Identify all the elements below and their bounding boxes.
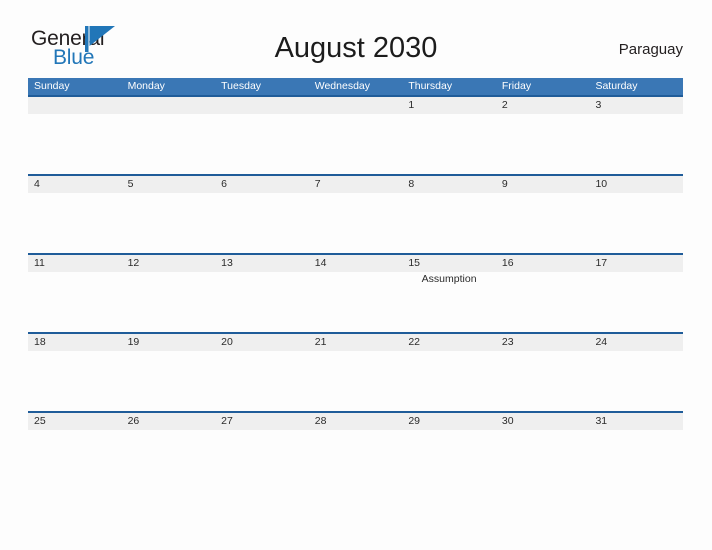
day-cell[interactable] [309,430,403,490]
day-number[interactable] [122,97,216,114]
day-cell[interactable] [28,272,122,332]
week-event-band: Assumption [28,272,683,332]
week-event-band [28,430,683,490]
day-cell[interactable] [402,351,496,411]
day-cell[interactable] [402,114,496,174]
day-cell[interactable] [28,114,122,174]
day-cell[interactable] [215,351,309,411]
day-number[interactable]: 14 [309,255,403,272]
weekday-header-saturday: Saturday [595,80,638,92]
week-date-band: 4 5 6 7 8 9 10 [28,176,683,193]
day-number[interactable]: 24 [589,334,683,351]
day-cell[interactable] [215,430,309,490]
week-date-band: 11 12 13 14 15 16 17 [28,255,683,272]
day-cell[interactable] [28,430,122,490]
day-number[interactable]: 28 [309,413,403,430]
weekday-header-friday: Friday [501,80,532,92]
weekday-header-row: Sunday Monday Tuesday Wednesday Thursday… [28,78,683,95]
day-cell[interactable] [496,272,590,332]
day-number[interactable]: 13 [215,255,309,272]
day-number[interactable]: 18 [28,334,122,351]
page-header: General Blue August 2030 Paraguay [0,0,712,68]
weekday-header-monday: Monday [127,80,165,92]
weekday-header-wednesday: Wednesday [314,80,370,92]
week-date-band: 25 26 27 28 29 30 31 [28,413,683,430]
day-number[interactable]: 21 [309,334,403,351]
day-number[interactable]: 15 [402,255,496,272]
day-cell[interactable] [309,272,403,332]
day-number[interactable]: 4 [28,176,122,193]
day-number[interactable]: 23 [496,334,590,351]
calendar-week-row: 18 19 20 21 22 23 24 [28,332,683,411]
day-cell[interactable] [122,430,216,490]
day-number[interactable]: 11 [28,255,122,272]
day-cell[interactable] [496,351,590,411]
week-event-band [28,193,683,253]
calendar-week-row: 4 5 6 7 8 9 10 [28,174,683,253]
day-number[interactable] [28,97,122,114]
page-title: August 2030 [274,32,438,64]
day-cell[interactable] [589,351,683,411]
day-cell[interactable] [28,193,122,253]
day-number[interactable] [309,97,403,114]
day-cell[interactable] [496,193,590,253]
day-number[interactable]: 7 [309,176,403,193]
day-cell[interactable] [122,351,216,411]
day-cell[interactable] [402,430,496,490]
day-number[interactable]: 2 [496,97,590,114]
week-event-band [28,114,683,174]
calendar-page: General Blue August 2030 Paraguay Sunday… [0,0,712,550]
day-number[interactable] [215,97,309,114]
day-cell[interactable] [496,114,590,174]
calendar-region-label: Paraguay [618,41,683,58]
calendar-grid: Sunday Monday Tuesday Wednesday Thursday… [28,78,683,490]
week-date-band: 1 2 3 [28,97,683,114]
day-cell[interactable] [589,114,683,174]
day-number[interactable]: 6 [215,176,309,193]
week-event-band [28,351,683,411]
day-number[interactable]: 16 [496,255,590,272]
day-number[interactable]: 19 [122,334,216,351]
day-number[interactable]: 5 [122,176,216,193]
day-cell[interactable] [122,272,216,332]
day-cell[interactable] [122,114,216,174]
weekday-header-thursday: Thursday [408,80,453,92]
day-number[interactable]: 10 [589,176,683,193]
day-cell[interactable] [402,193,496,253]
day-number[interactable]: 31 [589,413,683,430]
day-cell[interactable] [215,114,309,174]
day-number[interactable]: 8 [402,176,496,193]
day-number[interactable]: 22 [402,334,496,351]
day-number[interactable]: 17 [589,255,683,272]
day-cell[interactable] [589,430,683,490]
day-number[interactable]: 1 [402,97,496,114]
day-cell[interactable] [589,193,683,253]
day-cell[interactable] [309,351,403,411]
day-cell[interactable] [28,351,122,411]
day-cell[interactable]: Assumption [402,272,496,332]
day-number[interactable]: 25 [28,413,122,430]
day-number[interactable]: 30 [496,413,590,430]
calendar-week-row: 25 26 27 28 29 30 31 [28,411,683,490]
day-number[interactable]: 29 [402,413,496,430]
day-number[interactable]: 12 [122,255,216,272]
day-number[interactable]: 20 [215,334,309,351]
week-date-band: 18 19 20 21 22 23 24 [28,334,683,351]
day-event-label: Assumption [421,273,477,285]
weekday-header-tuesday: Tuesday [221,80,262,92]
day-cell[interactable] [215,272,309,332]
day-cell[interactable] [589,272,683,332]
day-cell[interactable] [122,193,216,253]
day-cell[interactable] [309,193,403,253]
day-number[interactable]: 9 [496,176,590,193]
day-cell[interactable] [309,114,403,174]
day-number[interactable]: 3 [589,97,683,114]
calendar-week-row: 11 12 13 14 15 16 17 Assumption [28,253,683,332]
weekday-header-sunday: Sunday [34,80,70,92]
day-number[interactable]: 26 [122,413,216,430]
calendar-week-row: 1 2 3 [28,95,683,174]
day-cell[interactable] [215,193,309,253]
day-cell[interactable] [496,430,590,490]
day-number[interactable]: 27 [215,413,309,430]
